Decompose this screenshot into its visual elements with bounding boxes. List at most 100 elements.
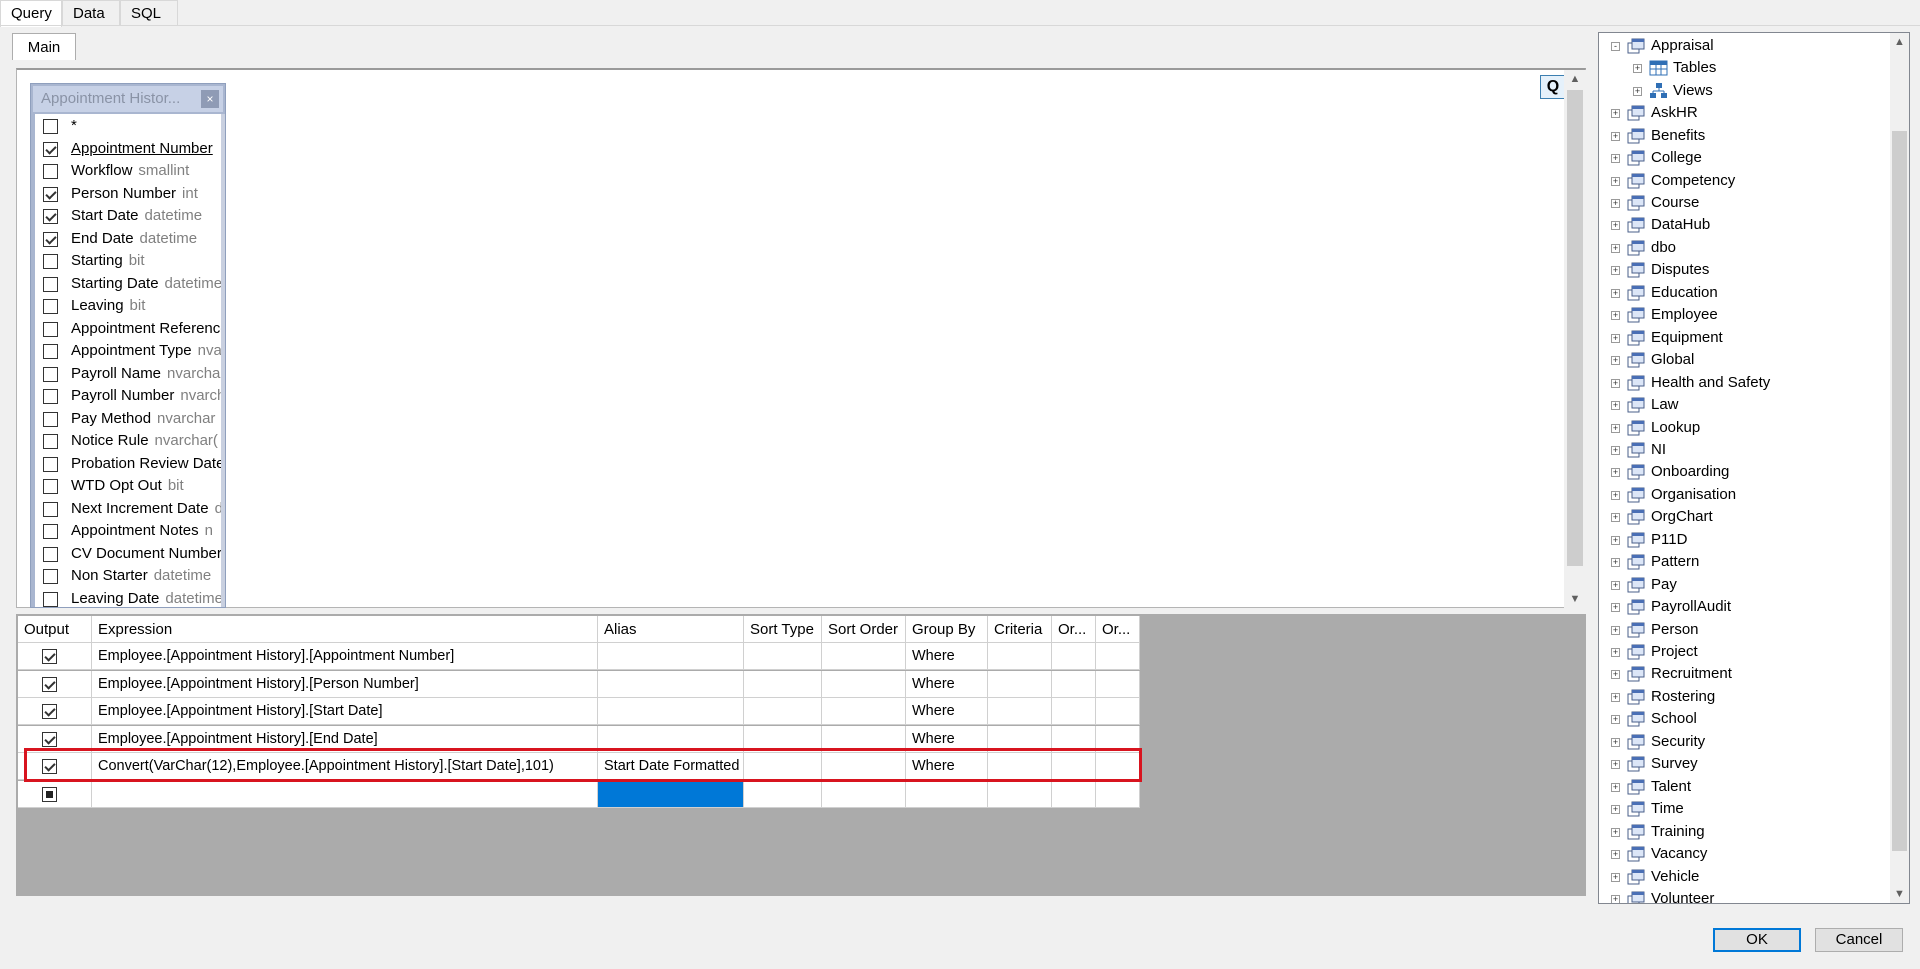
output-checkbox[interactable] bbox=[42, 786, 57, 802]
expand-icon[interactable]: + bbox=[1611, 760, 1620, 770]
column-item[interactable]: Appointment Reference bbox=[35, 318, 221, 340]
column-checkbox[interactable] bbox=[43, 366, 58, 382]
tree-item[interactable]: + Survey bbox=[1599, 753, 1889, 775]
or-cell[interactable] bbox=[1052, 698, 1096, 725]
tree-item[interactable]: + Person bbox=[1599, 619, 1889, 641]
expand-icon[interactable]: + bbox=[1611, 468, 1620, 478]
output-cell[interactable] bbox=[18, 670, 92, 698]
expression-cell[interactable]: Employee.[Appointment History].[Person N… bbox=[92, 670, 598, 698]
tree-item[interactable]: + Talent bbox=[1599, 776, 1889, 798]
sort-type-cell[interactable] bbox=[744, 670, 822, 698]
tab-main[interactable]: Main bbox=[12, 33, 76, 60]
expand-icon[interactable]: + bbox=[1611, 221, 1620, 231]
expand-icon[interactable]: + bbox=[1611, 513, 1620, 523]
expand-icon[interactable]: + bbox=[1611, 603, 1620, 613]
output-checkbox[interactable] bbox=[42, 704, 57, 719]
tab-sql[interactable]: SQL bbox=[120, 0, 178, 25]
header-sort-type[interactable]: Sort Type bbox=[744, 616, 822, 643]
close-icon[interactable]: × bbox=[201, 90, 219, 108]
tree-item[interactable]: + School bbox=[1599, 708, 1889, 730]
header-group-by[interactable]: Group By bbox=[906, 616, 988, 643]
column-checkbox[interactable] bbox=[43, 276, 58, 292]
column-item[interactable]: Notice Rule nvarchar( bbox=[35, 430, 221, 452]
tree-scrollbar[interactable]: ▲ ▼ bbox=[1890, 33, 1909, 903]
column-checkbox[interactable] bbox=[43, 456, 58, 472]
tree-item-appraisal[interactable]: - Appraisal bbox=[1599, 35, 1889, 57]
column-checkbox[interactable] bbox=[43, 209, 58, 224]
tree-item[interactable]: + PayrollAudit bbox=[1599, 596, 1889, 618]
criteria-cell[interactable] bbox=[988, 780, 1052, 808]
expand-icon[interactable]: + bbox=[1611, 670, 1620, 680]
expand-icon[interactable]: + bbox=[1611, 401, 1620, 411]
column-checkbox[interactable] bbox=[43, 411, 58, 427]
scroll-down-icon[interactable]: ▼ bbox=[1564, 590, 1586, 608]
tree-item[interactable]: + Time bbox=[1599, 798, 1889, 820]
header-output[interactable]: Output bbox=[18, 616, 92, 643]
tree-item-views[interactable]: + Views bbox=[1599, 80, 1889, 102]
tab-data[interactable]: Data bbox=[62, 0, 120, 25]
tree-item[interactable]: + Project bbox=[1599, 641, 1889, 663]
expand-icon[interactable]: + bbox=[1611, 199, 1620, 208]
column-item[interactable]: Non Starter datetime bbox=[35, 565, 221, 587]
scrollbar-thumb[interactable] bbox=[1892, 131, 1907, 851]
column-item[interactable]: Leaving Date datetime bbox=[35, 588, 221, 608]
expression-cell[interactable]: Employee.[Appointment History].[Appointm… bbox=[92, 643, 598, 670]
tree-item[interactable]: + DataHub bbox=[1599, 214, 1889, 236]
tree-item[interactable]: + Lookup bbox=[1599, 417, 1889, 439]
expand-icon[interactable]: + bbox=[1611, 154, 1620, 164]
column-checkbox[interactable] bbox=[43, 434, 58, 449]
column-item[interactable]: Appointment Notes n bbox=[35, 520, 221, 542]
tree-item[interactable]: + dbo bbox=[1599, 237, 1889, 259]
column-item[interactable]: Probation Review Date bbox=[35, 453, 221, 475]
sort-order-cell[interactable] bbox=[822, 698, 906, 725]
expand-icon[interactable]: + bbox=[1611, 737, 1620, 747]
alias-cell[interactable] bbox=[598, 780, 744, 808]
expand-icon[interactable]: + bbox=[1611, 109, 1620, 119]
column-item[interactable]: * bbox=[35, 115, 221, 137]
output-cell[interactable] bbox=[18, 780, 92, 808]
output-cell[interactable] bbox=[18, 698, 92, 725]
expand-icon[interactable]: + bbox=[1611, 872, 1620, 882]
expand-icon[interactable]: + bbox=[1611, 648, 1620, 657]
expand-icon[interactable]: + bbox=[1611, 625, 1620, 635]
tree-item[interactable]: + Training bbox=[1599, 821, 1889, 843]
expand-icon[interactable]: + bbox=[1611, 423, 1620, 433]
alias-cell[interactable] bbox=[598, 698, 744, 725]
column-item[interactable]: Payroll Number nvarchar bbox=[35, 385, 221, 407]
expression-cell[interactable] bbox=[92, 780, 598, 808]
expand-icon[interactable]: + bbox=[1611, 850, 1620, 860]
column-item[interactable]: End Date datetime bbox=[35, 228, 221, 250]
column-item[interactable]: Leaving bit bbox=[35, 295, 221, 317]
header-sort-order[interactable]: Sort Order bbox=[822, 616, 906, 643]
column-item[interactable]: Payroll Name nvarchar bbox=[35, 363, 221, 385]
column-item[interactable]: Appointment Number bbox=[35, 138, 221, 160]
column-checkbox[interactable] bbox=[43, 186, 58, 202]
output-cell[interactable] bbox=[18, 643, 92, 670]
sort-type-cell[interactable] bbox=[744, 643, 822, 670]
table-window[interactable]: Appointment Histor... × * Appointment Num… bbox=[30, 83, 226, 608]
expand-icon[interactable]: + bbox=[1611, 782, 1620, 792]
output-checkbox[interactable] bbox=[42, 731, 57, 747]
expand-icon[interactable]: + bbox=[1611, 356, 1620, 366]
expand-icon[interactable]: + bbox=[1611, 176, 1620, 186]
tab-query[interactable]: Query bbox=[0, 0, 62, 27]
tree-item[interactable]: + Rostering bbox=[1599, 686, 1889, 708]
sort-order-cell[interactable] bbox=[822, 670, 906, 698]
or-cell[interactable] bbox=[1052, 643, 1096, 670]
tree-item[interactable]: + AskHR bbox=[1599, 102, 1889, 124]
alias-cell[interactable] bbox=[598, 643, 744, 670]
tree-item[interactable]: + Global bbox=[1599, 349, 1889, 371]
expand-icon[interactable]: + bbox=[1611, 131, 1620, 141]
group-by-cell[interactable]: Where bbox=[906, 698, 988, 725]
table-window-titlebar[interactable]: Appointment Histor... × bbox=[33, 86, 223, 112]
tree-item[interactable]: + Vacancy bbox=[1599, 843, 1889, 865]
expand-icon[interactable]: + bbox=[1611, 894, 1620, 903]
column-checkbox[interactable] bbox=[43, 344, 58, 359]
tree-item[interactable]: + Pay bbox=[1599, 574, 1889, 596]
tree-item-tables[interactable]: + Tables bbox=[1599, 57, 1889, 79]
column-checkbox[interactable] bbox=[43, 164, 58, 179]
table-window-scrollbar[interactable] bbox=[221, 114, 225, 607]
tree-item[interactable]: + Disputes bbox=[1599, 259, 1889, 281]
expand-icon[interactable]: + bbox=[1611, 827, 1620, 837]
expand-icon[interactable]: + bbox=[1611, 558, 1620, 568]
